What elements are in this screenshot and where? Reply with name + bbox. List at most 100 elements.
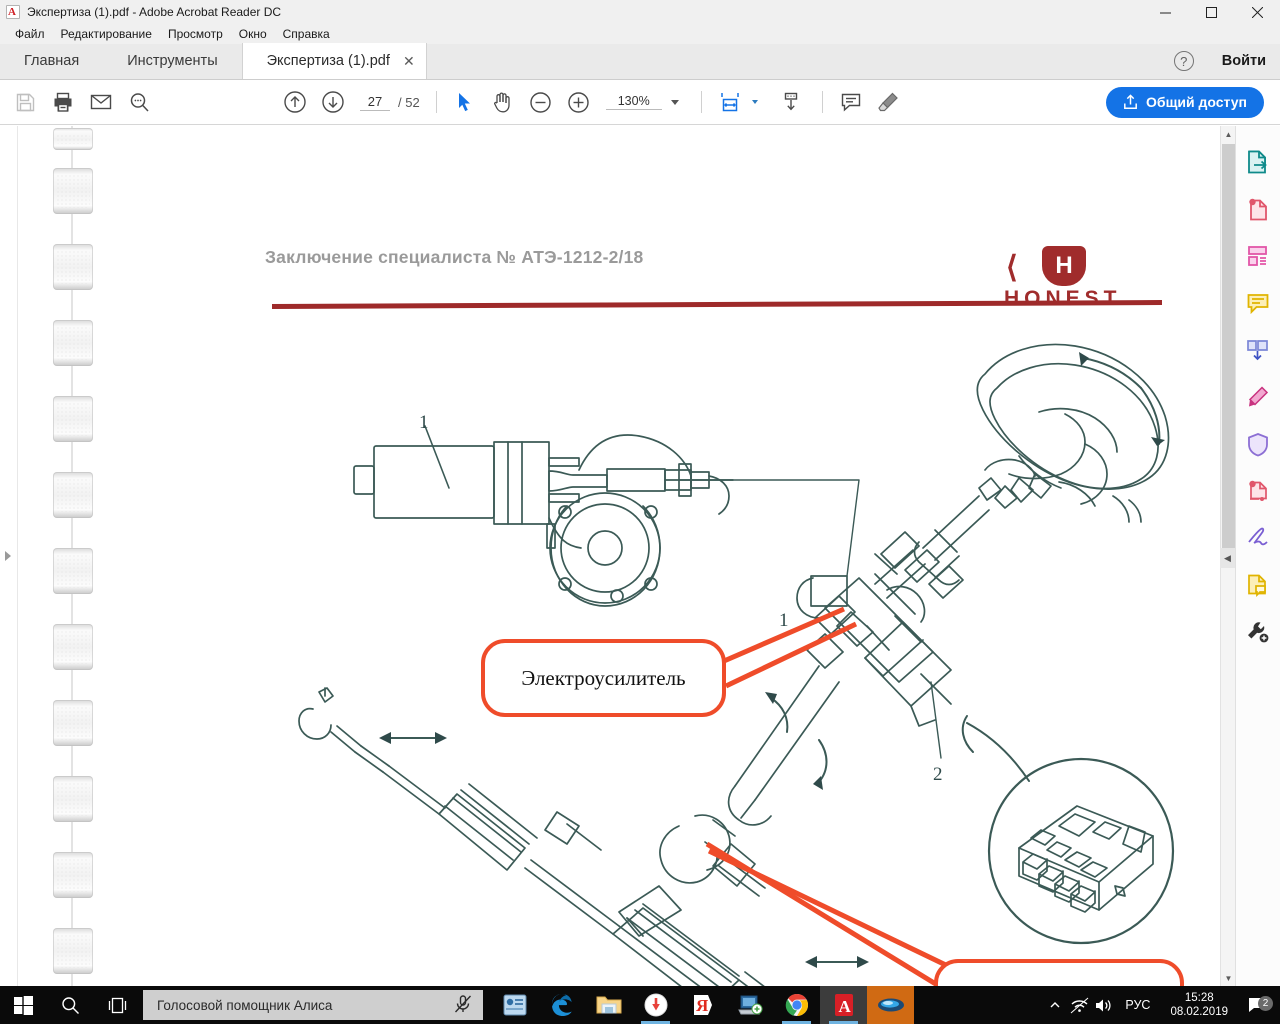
part-label-1b: 1 [779,610,789,631]
taskicon-widget[interactable] [491,986,538,1024]
chevron-up-icon[interactable] [1043,999,1067,1011]
zoom-control[interactable]: 130% [605,94,679,110]
windows-start-icon[interactable] [0,986,47,1024]
create-pdf-icon[interactable] [1236,185,1280,232]
window-controls [1142,0,1280,24]
windows-taskbar: Голосовой помощник Алиса Я A РУС 15:28 0… [0,986,1280,1024]
pdf-page-canvas[interactable]: Заключение специалиста № АТЭ-1212-2/18 ⟨… [19,126,1191,986]
speaker-icon[interactable] [1091,997,1115,1014]
acrobat-window: A Экспертиза (1).pdf - Adobe Acrobat Rea… [0,0,1280,1024]
close-icon[interactable]: ✕ [402,53,416,70]
tab-document-label: Экспертиза (1).pdf [266,53,390,69]
navigation-pane-collapsed[interactable] [0,126,18,986]
export-pdf-icon[interactable] [1236,138,1280,185]
cursor-icon[interactable] [446,83,484,121]
share-button[interactable]: Общий доступ [1106,86,1264,118]
save-icon[interactable] [6,83,44,121]
arrow-up-circle-icon[interactable] [276,83,314,121]
tab-tools[interactable]: Инструменты [103,43,241,79]
tab-strip: Главная Инструменты Экспертиза (1).pdf ✕… [0,43,1280,80]
scroll-mode-icon[interactable] [772,83,810,121]
search-icon[interactable] [47,986,94,1024]
close-button[interactable] [1234,0,1280,24]
taskicon-edge[interactable] [538,986,585,1024]
hand-icon[interactable] [484,83,522,121]
toolbar-page-group: 27 / 52 [276,83,420,121]
print-icon[interactable] [44,83,82,121]
taskicon-acrobat[interactable]: A [820,986,867,1024]
share-label: Общий доступ [1146,94,1247,110]
clock-date: 08.02.2019 [1170,1006,1228,1018]
scroll-down-icon[interactable]: ▼ [1221,970,1236,986]
clock-time: 15:28 [1184,992,1214,1004]
chevron-down-icon[interactable] [670,99,679,105]
more-tools-icon[interactable] [1236,608,1280,655]
search-icon[interactable] [120,83,158,121]
expand-nav-icon[interactable] [5,551,11,561]
protect-icon[interactable] [1236,420,1280,467]
help-icon[interactable]: ? [1173,51,1194,71]
maximize-button[interactable] [1188,0,1234,24]
zoom-in-icon[interactable] [560,83,598,121]
highlighter-icon[interactable] [870,83,908,121]
menu-view[interactable]: Просмотр [160,25,231,43]
menu-help[interactable]: Справка [275,25,338,43]
redact-icon[interactable] [1236,467,1280,514]
fit-page-icon[interactable] [711,83,749,121]
comment-icon[interactable] [1236,279,1280,326]
tab-document[interactable]: Экспертиза (1).pdf ✕ [241,43,427,79]
email-icon[interactable] [82,83,120,121]
part-label-1a: 1 [419,412,429,433]
toolbar-layout-group [711,83,810,121]
taskicon-chrome[interactable] [773,986,820,1024]
task-view-icon[interactable] [94,986,141,1024]
minimize-button[interactable] [1142,0,1188,24]
zoom-out-icon[interactable] [522,83,560,121]
fill-and-sign-icon[interactable] [1236,514,1280,561]
taskicon-yandex[interactable]: Я [679,986,726,1024]
page-total: / 52 [398,94,420,110]
page-number-input[interactable]: 27 [360,94,390,111]
toolbar-divider-3 [821,91,823,113]
chevron-down-icon-fit[interactable] [751,100,758,104]
toolbar-annotate-group [832,83,908,121]
toolbar-divider-2 [700,91,702,113]
alice-assistant-bar[interactable]: Голосовой помощник Алиса [143,990,483,1020]
svg-text:Я: Я [696,996,708,1015]
arrow-down-circle-icon[interactable] [314,83,352,121]
organize-pages-icon[interactable] [1236,232,1280,279]
taskicon-file-explorer[interactable] [585,986,632,1024]
taskicon-remote-desktop[interactable] [726,986,773,1024]
scrollbar-thumb[interactable] [1222,144,1235,560]
toolbar-divider-1 [435,91,437,113]
notifications-count: 2 [1258,996,1273,1011]
title-bar: A Экспертиза (1).pdf - Adobe Acrobat Rea… [0,0,1280,24]
microphone-muted-icon[interactable] [453,994,473,1017]
taskicon-app-orange[interactable] [867,986,914,1024]
signin-button[interactable]: Войти [1222,53,1266,69]
callout-intermediate-shaft[interactable]: Промежуточный вал [934,959,1184,986]
menu-window[interactable]: Окно [231,25,275,43]
clock[interactable]: 15:28 08.02.2019 [1170,991,1228,1019]
callout-leader-lines [705,606,981,986]
callout-electric-booster[interactable]: Электроусилитель [481,639,726,717]
tools-panel [1235,126,1280,986]
toolbar-view-group: 130% [446,83,679,121]
svg-text:A: A [838,997,851,1016]
combine-files-icon[interactable] [1236,326,1280,373]
language-indicator[interactable]: РУС [1125,998,1150,1012]
collapse-tools-panel-button[interactable]: ◀ [1220,548,1235,568]
wifi-icon[interactable] [1067,997,1091,1014]
taskicon-yandex-browser[interactable] [632,986,679,1024]
menu-edit[interactable]: Редактирование [53,25,160,43]
zoom-value[interactable]: 130% [605,94,662,110]
steering-system-diagram: 1 1 2 [298,343,1175,986]
edit-pdf-icon[interactable] [1236,373,1280,420]
comment-icon[interactable] [832,83,870,121]
menu-file[interactable]: Файл [7,25,53,43]
menu-bar: Файл Редактирование Просмотр Окно Справк… [0,24,1280,44]
notifications-icon[interactable]: 2 [1240,996,1274,1014]
scroll-up-icon[interactable]: ▲ [1221,126,1236,142]
tab-home[interactable]: Главная [0,43,103,79]
send-for-comments-icon[interactable] [1236,561,1280,608]
